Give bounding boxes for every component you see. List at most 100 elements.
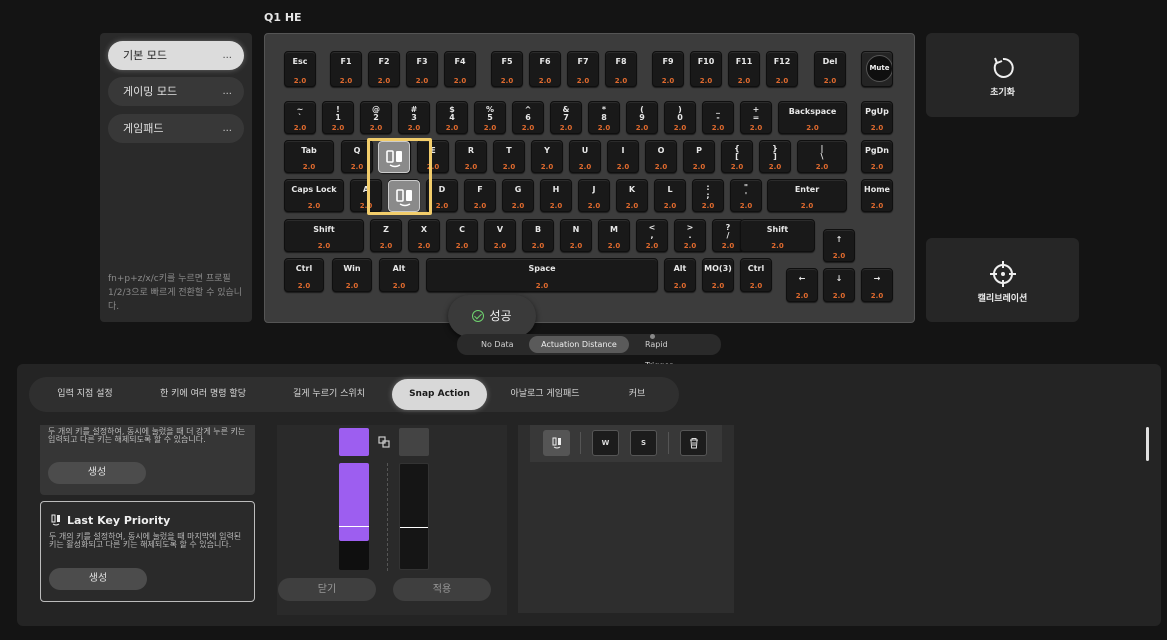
- tab-hold-switch[interactable]: 길게 누르기 스위치: [277, 377, 381, 412]
- tab-curve[interactable]: 커브: [615, 377, 659, 412]
- key[interactable]: F11 2.0: [728, 51, 760, 87]
- more-icon[interactable]: ...: [222, 114, 232, 143]
- mute-knob[interactable]: Mute: [866, 55, 892, 82]
- key[interactable]: N 2.0: [560, 219, 592, 252]
- calibration-button[interactable]: 캘리브레이션: [926, 238, 1079, 322]
- key[interactable]: PgDn 2.0: [861, 140, 893, 173]
- mode-basic[interactable]: 기본 모드...: [108, 41, 244, 70]
- key[interactable]: Tab 2.0: [284, 140, 334, 173]
- key[interactable]: F2 2.0: [368, 51, 400, 87]
- swap-icon[interactable]: [378, 436, 390, 448]
- more-icon[interactable]: ...: [222, 77, 232, 106]
- key[interactable]: K 2.0: [616, 179, 648, 212]
- key[interactable]: V 2.0: [484, 219, 516, 252]
- key[interactable]: MO(3) 2.0: [702, 258, 734, 292]
- key[interactable]: # 3 2.0: [398, 101, 430, 134]
- key[interactable]: F12 2.0: [766, 51, 798, 87]
- key[interactable]: | \ 2.0: [797, 140, 847, 173]
- key[interactable]: R 2.0: [455, 140, 487, 173]
- key[interactable]: X 2.0: [408, 219, 440, 252]
- more-icon[interactable]: ...: [222, 41, 232, 70]
- key[interactable]: C 2.0: [446, 219, 478, 252]
- key-b-swatch[interactable]: [399, 428, 429, 456]
- close-button[interactable]: 닫기: [278, 578, 376, 601]
- key[interactable]: U 2.0: [569, 140, 601, 173]
- mode-no-data[interactable]: No Data: [481, 334, 514, 355]
- delete-button[interactable]: [680, 430, 707, 456]
- key[interactable]: J 2.0: [578, 179, 610, 212]
- key[interactable]: @ 2 2.0: [360, 101, 392, 134]
- key[interactable]: F1 2.0: [330, 51, 362, 87]
- tab-actuation-point[interactable]: 입력 지점 설정: [37, 377, 133, 412]
- pair-key-s[interactable]: S: [630, 430, 657, 456]
- key[interactable]: < , 2.0: [636, 219, 668, 252]
- key[interactable]: Esc 2.0: [284, 51, 316, 87]
- key[interactable]: Alt 2.0: [664, 258, 696, 292]
- key[interactable]: : ; 2.0: [692, 179, 724, 212]
- snap-pair-row[interactable]: W S: [530, 425, 722, 462]
- key[interactable]: Win 2.0: [332, 258, 372, 292]
- key[interactable]: F4 2.0: [444, 51, 476, 87]
- key[interactable]: F10 2.0: [690, 51, 722, 87]
- key-a-swatch[interactable]: [339, 428, 369, 456]
- key[interactable]: O 2.0: [645, 140, 677, 173]
- snap-action-key-icon[interactable]: [378, 141, 410, 173]
- key[interactable]: F9 2.0: [652, 51, 684, 87]
- key[interactable]: ↓ 2.0: [823, 268, 855, 302]
- key[interactable]: ( 9 2.0: [626, 101, 658, 134]
- key[interactable]: Shift 2.0: [740, 219, 815, 252]
- key[interactable]: G 2.0: [502, 179, 534, 212]
- key[interactable]: > . 2.0: [674, 219, 706, 252]
- key[interactable]: Q 2.0: [341, 140, 373, 173]
- key[interactable]: % 5 2.0: [474, 101, 506, 134]
- key[interactable]: Y 2.0: [531, 140, 563, 173]
- reset-button[interactable]: 초기화: [926, 33, 1079, 117]
- key[interactable]: } ] 2.0: [759, 140, 791, 173]
- mode-actuation-distance[interactable]: Actuation Distance: [529, 336, 629, 353]
- key[interactable]: { [2.0: [721, 140, 753, 173]
- mode-gamepad[interactable]: 게임패드...: [108, 114, 244, 143]
- tab-snap-action[interactable]: Snap Action: [392, 379, 487, 410]
- key[interactable]: T 2.0: [493, 140, 525, 173]
- pair-key-w[interactable]: W: [592, 430, 619, 456]
- key[interactable]: Ctrl 2.0: [740, 258, 772, 292]
- create-button[interactable]: 생성: [48, 462, 146, 484]
- key[interactable]: " ' 2.0: [730, 179, 762, 212]
- key[interactable]: H 2.0: [540, 179, 572, 212]
- key[interactable]: F5 2.0: [491, 51, 523, 87]
- key[interactable]: ^ 6 2.0: [512, 101, 544, 134]
- key[interactable]: Alt 2.0: [379, 258, 419, 292]
- key[interactable]: F 2.0: [464, 179, 496, 212]
- key[interactable]: M 2.0: [598, 219, 630, 252]
- key[interactable]: Mute: [861, 51, 893, 87]
- tab-multi-command[interactable]: 한 키에 여러 명령 할당: [142, 377, 264, 412]
- key[interactable]: * 8 2.0: [588, 101, 620, 134]
- key[interactable]: I 2.0: [607, 140, 639, 173]
- key[interactable]: E 2.0: [417, 140, 449, 173]
- create-button[interactable]: 생성: [49, 568, 147, 590]
- key[interactable]: Ctrl 2.0: [284, 258, 324, 292]
- key[interactable]: Home 2.0: [861, 179, 893, 212]
- key[interactable]: ~ ` 2.0: [284, 101, 316, 134]
- key[interactable]: F3 2.0: [406, 51, 438, 87]
- key[interactable]: ← 2.0: [786, 268, 818, 302]
- key[interactable]: Z 2.0: [370, 219, 402, 252]
- key[interactable]: ↑ 2.0: [823, 229, 855, 262]
- key[interactable]: → 2.0: [861, 268, 893, 302]
- key[interactable]: PgUp 2.0: [861, 101, 893, 134]
- scrollbar-thumb[interactable]: [1146, 427, 1149, 461]
- key[interactable]: A 2.0: [350, 179, 382, 212]
- key[interactable]: + = 2.0: [740, 101, 772, 134]
- key[interactable]: F6 2.0: [529, 51, 561, 87]
- key-a-travel-track[interactable]: [339, 463, 369, 570]
- key[interactable]: Shift 2.0: [284, 219, 364, 252]
- priority-card[interactable]: 두 개의 키를 설정하여, 동시에 눌렀을 때 더 강게 누른 키는 입력되고 …: [40, 425, 255, 495]
- snap-action-key-icon[interactable]: [388, 180, 420, 212]
- key[interactable]: Backspace 2.0: [778, 101, 847, 134]
- key[interactable]: L 2.0: [654, 179, 686, 212]
- key[interactable]: ! 1 2.0: [322, 101, 354, 134]
- key[interactable]: _ - 2.0: [702, 101, 734, 134]
- key[interactable]: D 2.0: [426, 179, 458, 212]
- key[interactable]: B 2.0: [522, 219, 554, 252]
- key-b-travel-track[interactable]: [399, 463, 429, 570]
